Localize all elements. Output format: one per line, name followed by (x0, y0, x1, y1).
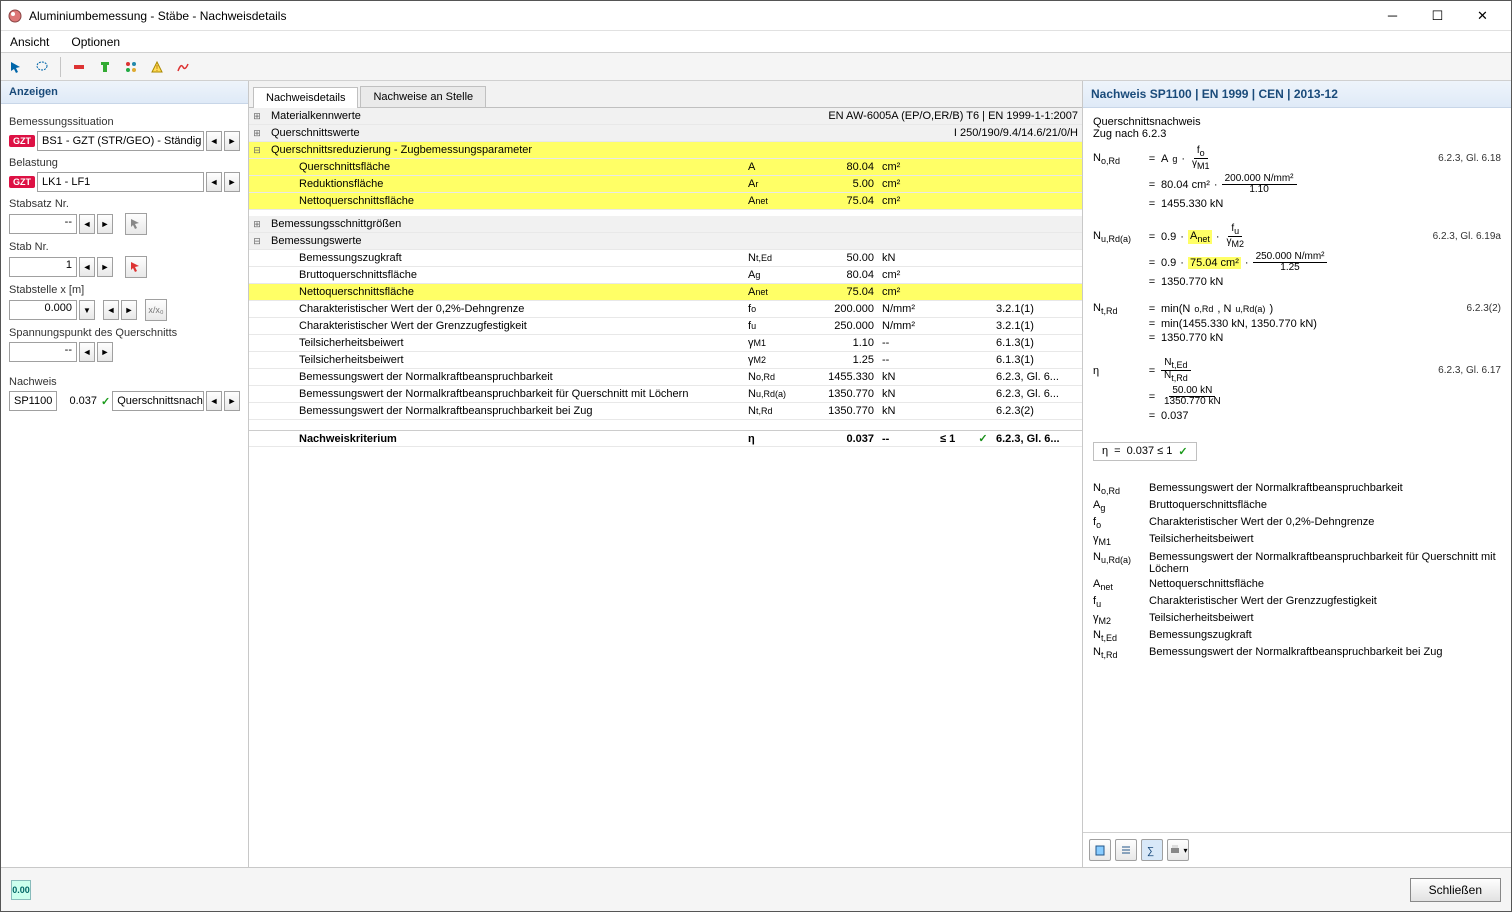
tool-print-icon[interactable]: ▾ (1167, 839, 1189, 861)
right-header: Nachweis SP1100 | EN 1999 | CEN | 2013-1… (1083, 81, 1511, 108)
row-querschnittswerte[interactable]: Querschnittswerte (265, 125, 762, 141)
app-icon (7, 8, 23, 24)
close-button[interactable]: ✕ (1460, 1, 1505, 30)
close-dialog-button[interactable]: Schließen (1410, 878, 1501, 902)
stabsatz-select-icon[interactable] (125, 213, 147, 235)
label-situation: Bemessungssituation (9, 116, 240, 128)
stab-prev-button[interactable]: ◄ (79, 257, 95, 277)
tool-lasso-icon[interactable] (31, 56, 53, 78)
tool-member-icon[interactable] (68, 56, 90, 78)
row-materialkennwerte[interactable]: Materialkennwerte (265, 108, 762, 124)
collapse-icon[interactable]: ⊟ (249, 142, 265, 158)
stabstelle-next-button[interactable]: ► (121, 300, 137, 320)
nachweis-next-button[interactable]: ► (224, 391, 240, 411)
row-nachweiskriterium: Nachweiskriterium (265, 431, 744, 446)
check-icon: ✓ (1178, 445, 1187, 458)
right-toolbar: ∑ ▾ (1083, 832, 1511, 867)
input-stabstelle[interactable]: 0.000 (9, 300, 77, 320)
check-icon: ✓ (974, 431, 992, 446)
label-stabsatz: Stabsatz Nr. (9, 198, 240, 210)
tab-nachweise-an-stelle[interactable]: Nachweise an Stelle (360, 86, 486, 107)
expand-icon[interactable]: ⊞ (249, 125, 265, 141)
minimize-button[interactable]: ─ (1370, 1, 1415, 30)
svg-text:∑: ∑ (1147, 846, 1154, 857)
menubar: Ansicht Optionen (1, 31, 1511, 53)
combo-belastung[interactable]: LK1 - LF1 (37, 172, 204, 192)
details-grid[interactable]: ⊞ Materialkennwerte EN AW-6005A (EP/O,ER… (249, 107, 1082, 867)
row-bemessungswerte[interactable]: Bemessungswerte (265, 233, 744, 249)
right-panel: Nachweis SP1100 | EN 1999 | CEN | 2013-1… (1083, 81, 1511, 867)
label-stab: Stab Nr. (9, 241, 240, 253)
tool-results-icon[interactable] (172, 56, 194, 78)
menu-options[interactable]: Optionen (67, 33, 124, 51)
svg-text:!: ! (156, 64, 158, 73)
left-panel: Anzeigen Bemessungssituation GZT BS1 - G… (1, 81, 249, 867)
tool-select-icon[interactable] (5, 56, 27, 78)
input-spannung[interactable]: -- (9, 342, 77, 362)
check-icon: ✓ (101, 395, 110, 408)
spannung-next-button[interactable]: ► (97, 342, 113, 362)
menu-view[interactable]: Ansicht (6, 33, 53, 51)
titlebar: Aluminiumbemessung - Stäbe - Nachweisdet… (1, 1, 1511, 31)
expand-icon[interactable]: ⊞ (249, 216, 265, 232)
situation-prev-button[interactable]: ◄ (206, 131, 222, 151)
stabstelle-xx0-icon[interactable]: x/x₀ (145, 299, 167, 321)
tool-warning-icon[interactable]: ! (146, 56, 168, 78)
nachweis-id[interactable]: SP1100 (9, 391, 57, 411)
label-nachweis: Nachweis (9, 376, 240, 388)
stabsatz-next-button[interactable]: ► (97, 214, 113, 234)
label-belastung: Belastung (9, 157, 240, 169)
row-label: Querschnittsfläche (265, 159, 744, 175)
label-spannung: Spannungspunkt des Querschnitts (9, 327, 240, 339)
tool-formula-icon[interactable]: ∑ (1141, 839, 1163, 861)
stabsatz-prev-button[interactable]: ◄ (79, 214, 95, 234)
label-stabstelle: Stabstelle x [m] (9, 284, 240, 296)
input-stabsatz[interactable]: -- (9, 214, 77, 234)
tool-nodes-icon[interactable] (120, 56, 142, 78)
input-stab[interactable]: 1 (9, 257, 77, 277)
stab-next-button[interactable]: ► (97, 257, 113, 277)
tool-list-icon[interactable] (1115, 839, 1137, 861)
subtitle-1: Querschnittsnachweis (1093, 116, 1501, 128)
nachweis-prev-button[interactable]: ◄ (206, 391, 222, 411)
toolbar: ! (1, 53, 1511, 81)
materialkennwerte-value: EN AW-6005A (EP/O,ER/B) T6 | EN 1999-1-1… (762, 108, 1082, 124)
collapse-icon[interactable]: ⊟ (249, 233, 265, 249)
badge-gzt-2: GZT (9, 176, 35, 188)
subtitle-2: Zug nach 6.2.3 (1093, 128, 1501, 140)
spannung-prev-button[interactable]: ◄ (79, 342, 95, 362)
row-label: Reduktionsfläche (265, 176, 744, 192)
expand-icon[interactable]: ⊞ (249, 108, 265, 124)
badge-gzt: GZT (9, 135, 35, 147)
tabstrip: Nachweisdetails Nachweise an Stelle (249, 81, 1082, 107)
row-bemessungsschnittgroessen[interactable]: Bemessungsschnittgrößen (265, 216, 744, 232)
row-reduzierung[interactable]: Querschnittsreduzierung - Zugbemessungsp… (265, 142, 744, 158)
center-panel: Nachweisdetails Nachweise an Stelle ⊞ Ma… (249, 81, 1083, 867)
eta-result-box: η=0.037 ≤ 1✓ (1093, 442, 1197, 461)
combo-situation[interactable]: BS1 - GZT (STR/GEO) - Ständig ... (37, 131, 204, 151)
nachweis-text[interactable]: Querschnittsnach... (112, 391, 204, 411)
row-label: Nettoquerschnittsfläche (265, 193, 744, 209)
maximize-button[interactable]: ☐ (1415, 1, 1460, 30)
stab-select-icon[interactable] (125, 256, 147, 278)
stabstelle-dropdown[interactable]: ▼ (79, 300, 95, 320)
querschnittswerte-value: I 250/190/9.4/14.6/21/0/H (762, 125, 1082, 141)
nachweis-ratio: 0.037 (59, 395, 99, 407)
situation-next-button[interactable]: ► (224, 131, 240, 151)
footer: 0.00 Schließen (1, 867, 1511, 911)
window-title: Aluminiumbemessung - Stäbe - Nachweisdet… (29, 9, 1370, 23)
tool-copy-icon[interactable] (1089, 839, 1111, 861)
status-icon[interactable]: 0.00 (11, 880, 31, 900)
belastung-next-button[interactable]: ► (224, 172, 240, 192)
belastung-prev-button[interactable]: ◄ (206, 172, 222, 192)
tool-cross-section-icon[interactable] (94, 56, 116, 78)
left-header: Anzeigen (1, 81, 248, 104)
tab-nachweisdetails[interactable]: Nachweisdetails (253, 87, 358, 108)
stabstelle-prev-button[interactable]: ◄ (103, 300, 119, 320)
